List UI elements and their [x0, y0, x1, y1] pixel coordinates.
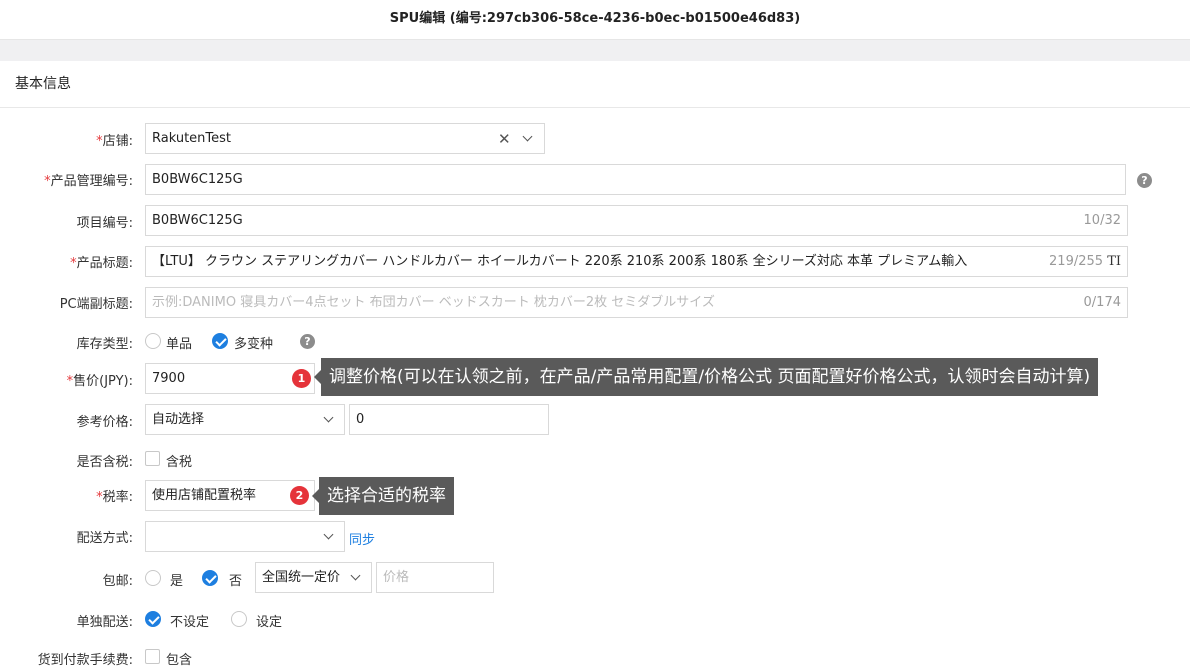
shop-select[interactable]: RakutenTest [145, 123, 545, 154]
separate-shipping-none-radio[interactable] [145, 611, 161, 627]
item-code-label: 项目编号: [76, 216, 133, 231]
free-shipping-label: 包邮: [102, 574, 133, 589]
free-shipping-no-radio[interactable] [202, 570, 218, 586]
free-shipping-no-label: 否 [229, 574, 243, 589]
annotation-badge-1: 1 [292, 369, 311, 388]
free-shipping-yes-label: 是 [170, 574, 184, 589]
separate-shipping-set-radio[interactable] [231, 611, 247, 627]
price-label: *售价(JPY): [66, 374, 133, 389]
stock-type-label: 库存类型: [76, 337, 133, 352]
product-title-input[interactable]: 【LTU】 クラウン ステアリングカバー ハンドルカバー ホイールカバート 22… [145, 246, 1128, 277]
stock-single-label: 单品 [166, 337, 193, 352]
stock-variant-radio[interactable] [212, 333, 228, 349]
toolbar-strip [0, 40, 1190, 61]
shipping-price-input[interactable]: 价格 [376, 562, 494, 593]
annotation-tooltip-2: 选择合适的税率 [312, 477, 454, 515]
section-title: 基本信息 [0, 61, 1190, 108]
shipping-select[interactable] [145, 521, 345, 552]
price-input[interactable]: 7900 [145, 363, 315, 394]
sync-link[interactable]: 同步 [349, 529, 375, 548]
ref-price-input[interactable]: 0 [349, 404, 549, 435]
shipping-label: 配送方式: [76, 531, 133, 546]
tax-included-checkbox[interactable] [145, 451, 160, 466]
ref-price-select[interactable]: 自动选择 [145, 404, 345, 435]
separate-shipping-none-label: 不设定 [170, 615, 210, 630]
product-title-label: *产品标题: [70, 256, 133, 271]
tax-included-option: 含税 [166, 455, 193, 470]
annotation-tooltip-1: 调整价格(可以在认领之前，在产品/产品常用配置/价格公式 页面配置好价格公式，认… [313, 358, 1099, 396]
cod-fee-checkbox[interactable] [145, 649, 160, 664]
stock-variant-label: 多变种 [234, 337, 274, 352]
ref-price-label: 参考价格: [76, 415, 133, 430]
window-title: SPU编辑 (编号:297cb306-58ce-4236-b0ec-b01500… [0, 0, 1190, 40]
annotation-badge-2: 2 [290, 486, 309, 505]
tax-rate-label: *税率: [96, 490, 133, 505]
pc-subtitle-counter: 0/174 [1077, 288, 1121, 317]
separate-shipping-label: 单独配送: [76, 615, 133, 630]
pc-subtitle-label: PC端副标题: [59, 297, 133, 312]
product-title-counter: 219/255 [1049, 254, 1104, 269]
item-code-counter: 10/32 [1077, 206, 1121, 235]
shop-label: *店铺: [96, 134, 133, 149]
question-circle-icon[interactable]: ? [1137, 173, 1152, 188]
clear-icon[interactable]: ✕ [498, 130, 511, 148]
stock-single-radio[interactable] [145, 333, 161, 349]
title-extra: TI [1107, 254, 1121, 269]
cod-fee-option: 包含 [166, 653, 193, 668]
product-code-label: *产品管理编号: [44, 174, 133, 189]
question-circle-icon[interactable]: ? [300, 334, 315, 349]
free-shipping-yes-radio[interactable] [145, 570, 161, 586]
item-code-input[interactable]: B0BW6C125G 10/32 [145, 205, 1128, 236]
cod-fee-label: 货到付款手续费: [37, 653, 133, 668]
tax-included-label: 是否含税: [76, 455, 133, 470]
product-code-input[interactable]: B0BW6C125G [145, 164, 1126, 195]
separate-shipping-set-label: 设定 [256, 615, 283, 630]
pc-subtitle-input[interactable]: 示例:DANIMO 寝具カバー4点セット 布団カバー ベッドスカート 枕カバー2… [145, 287, 1128, 318]
